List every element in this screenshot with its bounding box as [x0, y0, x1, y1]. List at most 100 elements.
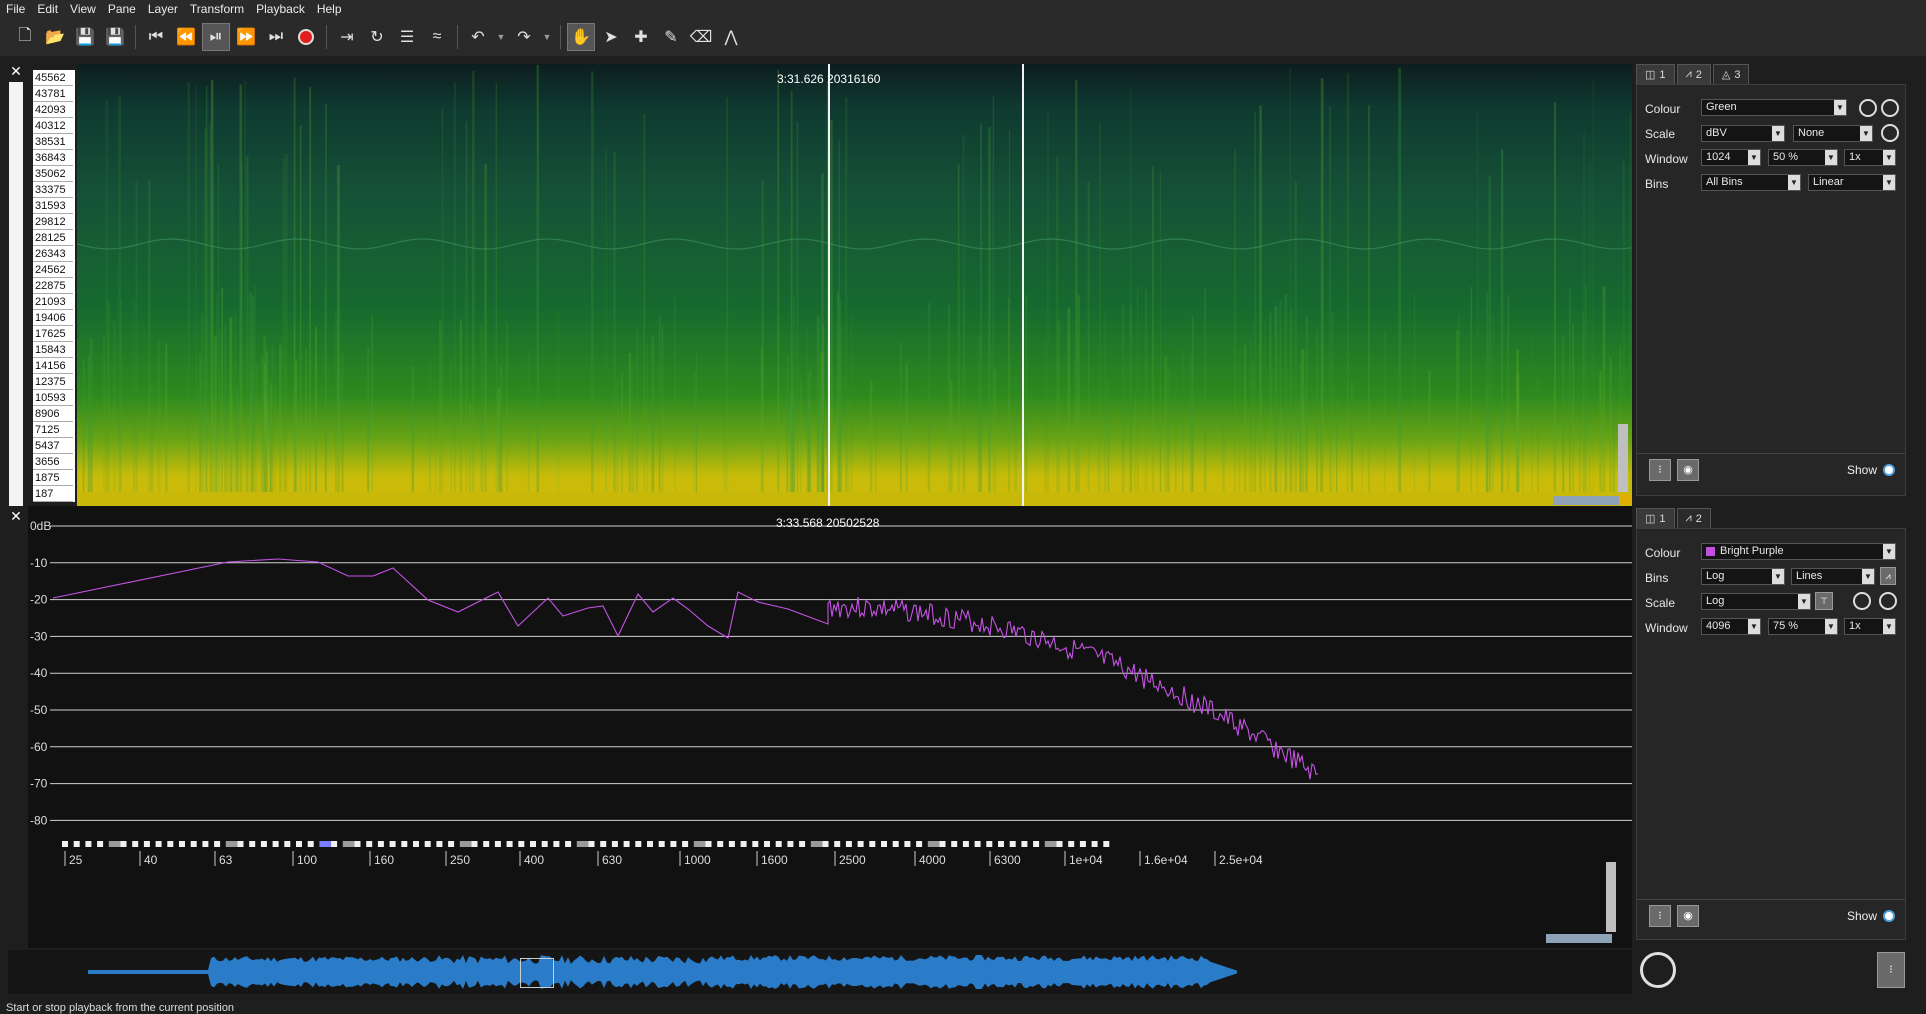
save-as-icon[interactable]: 💾: [101, 23, 129, 51]
play-selection-icon[interactable]: ⇥: [333, 23, 361, 51]
piano-key: [319, 841, 332, 847]
plot-style-select[interactable]: Lines ▼: [1791, 568, 1875, 585]
frequency-tick-label: 24562: [33, 262, 73, 278]
record-icon[interactable]: [292, 23, 320, 51]
frequency-scale-select[interactable]: Linear ▼: [1808, 174, 1896, 191]
show-toggle[interactable]: [1883, 464, 1895, 476]
select-icon[interactable]: ➤: [597, 23, 625, 51]
piano-key: [284, 841, 291, 847]
redo-menu-icon[interactable]: ▼: [540, 23, 554, 51]
window-size-select[interactable]: 1024 ▼: [1701, 149, 1761, 166]
rewind-start-icon[interactable]: ⏮: [142, 23, 170, 51]
play-pause-icon[interactable]: ⏯: [202, 23, 230, 51]
redo-icon[interactable]: ↷: [510, 23, 538, 51]
scale-select[interactable]: dBV ▼: [1701, 125, 1785, 142]
undo-menu-icon[interactable]: ▼: [494, 23, 508, 51]
colour-select[interactable]: Green ▼: [1701, 99, 1847, 116]
show-toggle[interactable]: [1883, 910, 1895, 922]
open-icon[interactable]: 📂: [41, 23, 69, 51]
menu-pane[interactable]: Pane: [102, 2, 142, 16]
bins-select[interactable]: Log ▼: [1701, 568, 1785, 585]
colour-gain-knob[interactable]: [1859, 99, 1877, 117]
layer-toggle-button[interactable]: ⁝: [1877, 952, 1905, 988]
tab-2[interactable]: ⩘ 2: [1676, 508, 1711, 528]
tab-2[interactable]: ⩘ 2: [1676, 64, 1711, 84]
window-size-select[interactable]: 4096 ▼: [1701, 618, 1761, 635]
fast-forward-icon[interactable]: ⏩: [232, 23, 260, 51]
piano-key: [892, 841, 899, 847]
bins-select[interactable]: All Bins ▼: [1701, 174, 1801, 191]
menu-edit[interactable]: Edit: [31, 2, 64, 16]
menu-playback[interactable]: Playback: [250, 2, 311, 16]
fast-forward-end-icon[interactable]: ⏭: [262, 23, 290, 51]
piano-key: [120, 841, 127, 847]
threshold-knob[interactable]: [1879, 592, 1897, 610]
frequency-tick-label: 25: [69, 853, 83, 867]
tab-1[interactable]: ◫ 1: [1636, 64, 1675, 84]
spectrum-line: [52, 558, 1319, 780]
piano-key: [483, 841, 490, 847]
frequency-scale: 45562 43781 42093 40312 38531 36843 35062 33375…: [33, 70, 75, 502]
horizontal-zoom-thumb[interactable]: [1546, 934, 1612, 943]
menu-view[interactable]: View: [64, 2, 102, 16]
peaks-button[interactable]: ⩘: [1880, 567, 1896, 585]
layer-menu-button[interactable]: ⁝: [1649, 905, 1671, 927]
normalization-select[interactable]: None ▼: [1793, 125, 1873, 142]
vertical-zoom-thumb[interactable]: [1606, 862, 1616, 932]
menu-help[interactable]: Help: [311, 2, 348, 16]
overview-waveform-shape: [88, 955, 1237, 989]
layer-menu-button[interactable]: ⁝: [1649, 459, 1671, 481]
play-layer-button[interactable]: ◉: [1677, 459, 1699, 481]
menu-file[interactable]: File: [0, 2, 31, 16]
spectrum-view[interactable]: 0dB -10 -20 -30 -40 -50 -60 -70 -80 25 40 63 100 160 2…: [28, 506, 1632, 948]
oversampling-select[interactable]: 1x ▼: [1844, 149, 1896, 166]
piano-key: [389, 841, 396, 847]
frequency-tick-label: 2.5e+04: [1219, 853, 1263, 867]
play-layer-button[interactable]: ◉: [1677, 905, 1699, 927]
spectrogram-view[interactable]: 3:31.626 20316160: [77, 64, 1632, 506]
playback-speed-dial[interactable]: [1640, 952, 1676, 988]
menu-transform[interactable]: Transform: [184, 2, 250, 16]
follow-playback-icon[interactable]: ≈: [423, 23, 451, 51]
threshold-knob[interactable]: [1881, 124, 1899, 142]
new-icon[interactable]: 🗋: [11, 23, 39, 51]
window-overlap-select[interactable]: 75 % ▼: [1768, 618, 1838, 635]
piano-key: [459, 841, 472, 847]
piano-key: [588, 841, 595, 847]
close-pane-icon[interactable]: ✕: [8, 64, 24, 78]
scale-select[interactable]: Log ▼: [1701, 593, 1811, 610]
solo-icon[interactable]: ☰: [393, 23, 421, 51]
tab-1[interactable]: ◫ 1: [1636, 508, 1675, 528]
colour-swatch: [1706, 547, 1715, 556]
draw-icon[interactable]: ✚: [627, 23, 655, 51]
vertical-zoom-thumb[interactable]: [1618, 424, 1628, 492]
chevron-down-icon: ▼: [1883, 619, 1895, 634]
frequency-tick-label: 22875: [33, 278, 73, 294]
zoom-reset-button[interactable]: [1620, 494, 1631, 505]
normalize-button[interactable]: ⊤: [1815, 592, 1833, 610]
menu-layer[interactable]: Layer: [142, 2, 184, 16]
colour-rotation-knob[interactable]: [1881, 99, 1899, 117]
save-icon[interactable]: 💾: [71, 23, 99, 51]
tab-3[interactable]: ◬ 3: [1712, 64, 1750, 84]
colour-select[interactable]: Bright Purple ▼: [1701, 543, 1896, 560]
close-pane-icon[interactable]: ✕: [8, 509, 24, 523]
navigate-icon[interactable]: ✋: [567, 23, 595, 51]
undo-icon[interactable]: ↶: [464, 23, 492, 51]
piano-key: [506, 841, 513, 847]
overview-pane[interactable]: [8, 950, 1632, 994]
loop-icon[interactable]: ↻: [363, 23, 391, 51]
gain-knob[interactable]: [1853, 592, 1871, 610]
pane-level-meter: [9, 82, 23, 506]
horizontal-zoom-thumb[interactable]: [1553, 496, 1619, 505]
measure-icon[interactable]: ⋀: [717, 23, 745, 51]
erase-icon[interactable]: ⌫: [687, 23, 715, 51]
rewind-icon[interactable]: ⏪: [172, 23, 200, 51]
piano-key: [623, 841, 630, 847]
frequency-tick-label: 8906: [33, 406, 73, 422]
oversampling-select[interactable]: 1x ▼: [1844, 618, 1896, 635]
piano-key: [728, 841, 735, 847]
window-overlap-select[interactable]: 50 % ▼: [1768, 149, 1838, 166]
overview-viewport-marker[interactable]: [520, 958, 554, 988]
edit-icon[interactable]: ✎: [657, 23, 685, 51]
